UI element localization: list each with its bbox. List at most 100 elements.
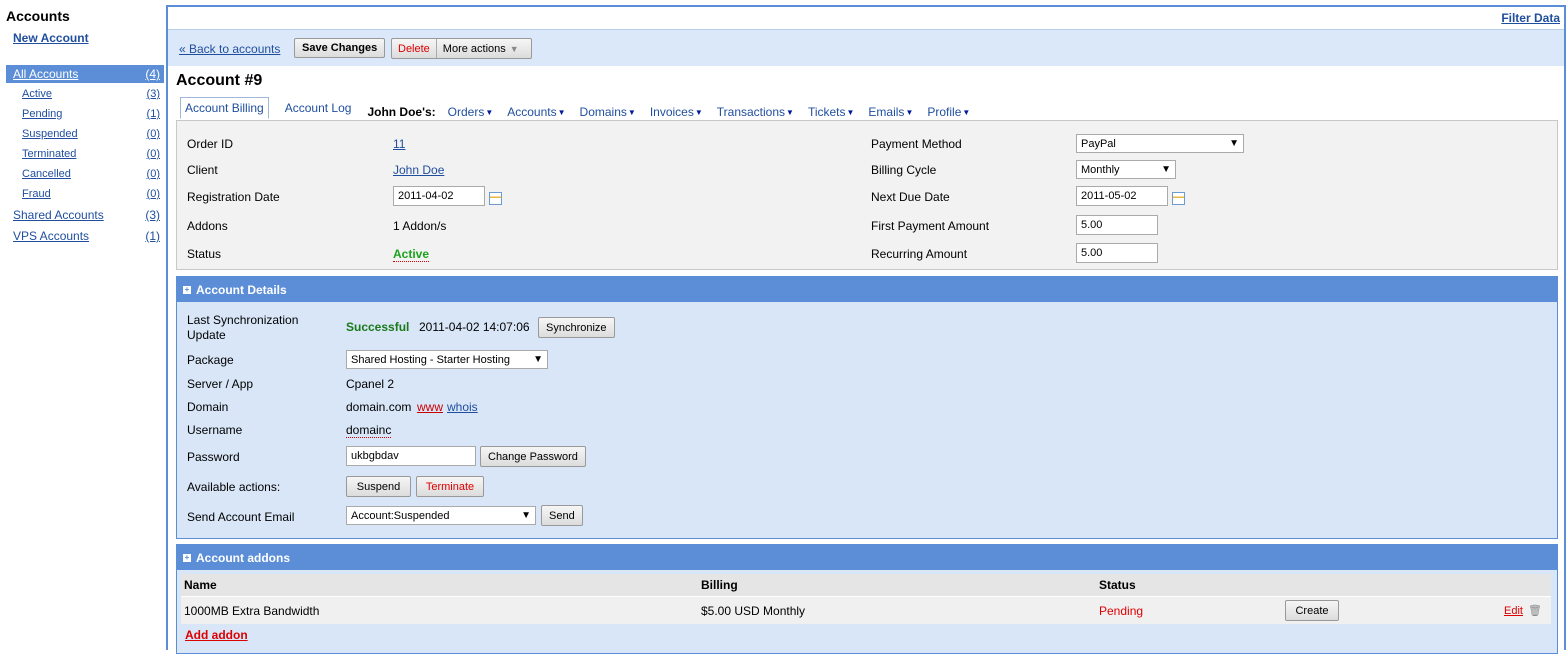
create-addon-button[interactable]: Create bbox=[1285, 600, 1339, 621]
order-id-link[interactable]: 11 bbox=[393, 137, 405, 151]
registration-date-input[interactable]: 2011-04-02 bbox=[393, 186, 485, 206]
client-link[interactable]: John Doe bbox=[393, 163, 444, 177]
sidebar-item-all-accounts[interactable]: All Accounts (4) bbox=[6, 65, 164, 83]
menu-domains[interactable]: Domains ▼ bbox=[580, 105, 636, 119]
account-details-header[interactable]: + Account Details bbox=[177, 277, 1557, 302]
sidebar-item-count[interactable]: (3) bbox=[147, 88, 160, 100]
password-value: ukbgbdav bbox=[351, 450, 399, 462]
account-addons-panel: + Account addons Name Billing Status 1000… bbox=[176, 544, 1558, 654]
calendar-icon[interactable] bbox=[489, 192, 502, 205]
sidebar-item-shared-accounts[interactable]: Shared Accounts (3) bbox=[6, 206, 164, 224]
filter-data-link[interactable]: Filter Data bbox=[1501, 11, 1560, 25]
send-email-button[interactable]: Send bbox=[541, 505, 583, 526]
delete-button[interactable]: Delete bbox=[392, 39, 437, 58]
package-select[interactable]: Shared Hosting - Starter Hosting ▼ bbox=[346, 350, 548, 369]
column-header-name: Name bbox=[184, 578, 217, 592]
sidebar-item-count[interactable]: (1) bbox=[145, 229, 160, 243]
sidebar-item-label[interactable]: VPS Accounts bbox=[13, 229, 89, 243]
first-payment-value: 5.00 bbox=[1081, 219, 1103, 231]
www-link[interactable]: www bbox=[417, 400, 443, 414]
next-due-date-input[interactable]: 2011-05-02 bbox=[1076, 186, 1168, 206]
dropdown-arrow-icon: ▼ bbox=[557, 107, 566, 117]
sidebar-item-count[interactable]: (0) bbox=[147, 188, 160, 200]
sidebar-item-cancelled[interactable]: Cancelled (0) bbox=[6, 165, 164, 183]
payment-method-select[interactable]: PayPal ▼ bbox=[1076, 134, 1244, 153]
calendar-icon[interactable] bbox=[1172, 192, 1185, 205]
recurring-amount-label: Recurring Amount bbox=[871, 247, 968, 261]
menu-label: Transactions bbox=[716, 105, 786, 119]
sidebar-item-label[interactable]: Fraud bbox=[22, 188, 51, 200]
sidebar-item-label[interactable]: Suspended bbox=[22, 128, 78, 140]
dropdown-arrow-icon: ▼ bbox=[846, 107, 855, 117]
menu-transactions[interactable]: Transactions ▼ bbox=[717, 105, 794, 119]
sidebar-title: Accounts bbox=[6, 8, 70, 24]
password-input[interactable]: ukbgbdav bbox=[346, 446, 476, 466]
billing-cycle-select[interactable]: Monthly ▼ bbox=[1076, 160, 1176, 179]
new-account-link[interactable]: New Account bbox=[13, 31, 89, 45]
payment-method-label: Payment Method bbox=[871, 137, 962, 151]
sidebar-item-count[interactable]: (3) bbox=[145, 208, 160, 222]
change-password-button[interactable]: Change Password bbox=[480, 446, 586, 467]
menu-label: Orders bbox=[447, 105, 485, 119]
chevron-down-icon: ▼ bbox=[509, 43, 519, 54]
tab-account-billing[interactable]: Account Billing bbox=[180, 97, 269, 119]
sidebar-item-active[interactable]: Active (3) bbox=[6, 85, 164, 103]
sidebar-item-label[interactable]: Cancelled bbox=[22, 168, 71, 180]
tab-account-log[interactable]: Account Log bbox=[281, 97, 356, 119]
dropdown-arrow-icon: ▼ bbox=[627, 107, 636, 117]
registration-date-label: Registration Date bbox=[187, 190, 280, 204]
more-actions-button[interactable]: More actions ▼ bbox=[437, 39, 531, 58]
first-payment-label: First Payment Amount bbox=[871, 219, 990, 233]
whois-link[interactable]: whois bbox=[447, 400, 478, 414]
dropdown-arrow-icon: ▼ bbox=[485, 107, 494, 117]
sidebar-item-terminated[interactable]: Terminated (0) bbox=[6, 145, 164, 163]
sidebar-item-label[interactable]: Terminated bbox=[22, 148, 76, 160]
username-value[interactable]: domainc bbox=[346, 423, 392, 438]
recurring-amount-input[interactable]: 5.00 bbox=[1076, 243, 1158, 263]
menu-emails[interactable]: Emails ▼ bbox=[868, 105, 913, 119]
save-changes-button[interactable]: Save Changes bbox=[294, 38, 386, 58]
sidebar-item-count[interactable]: (0) bbox=[147, 168, 160, 180]
sidebar-item-fraud[interactable]: Fraud (0) bbox=[6, 185, 164, 203]
actions-button-group: Delete More actions ▼ bbox=[391, 38, 532, 59]
first-payment-input[interactable]: 5.00 bbox=[1076, 215, 1158, 235]
menu-label: Invoices bbox=[649, 105, 694, 119]
status-value[interactable]: Active bbox=[393, 247, 430, 262]
billing-cycle-value: Monthly bbox=[1081, 163, 1120, 176]
sidebar-item-label[interactable]: Pending bbox=[22, 108, 62, 120]
menu-profile[interactable]: Profile ▼ bbox=[927, 105, 970, 119]
sidebar-item-count[interactable]: (0) bbox=[147, 148, 160, 160]
sync-time: 2011-04-02 14:07:06 bbox=[419, 320, 530, 334]
sidebar-item-count[interactable]: (1) bbox=[147, 108, 160, 120]
menu-label: Domains bbox=[579, 105, 627, 119]
email-template-select[interactable]: Account:Suspended ▼ bbox=[346, 506, 536, 525]
menu-tickets[interactable]: Tickets ▼ bbox=[808, 105, 854, 119]
synchronize-button[interactable]: Synchronize bbox=[538, 317, 615, 338]
edit-addon-link[interactable]: Edit bbox=[1504, 605, 1523, 617]
menu-invoices[interactable]: Invoices ▼ bbox=[650, 105, 703, 119]
server-value: Cpanel 2 bbox=[346, 377, 395, 391]
sidebar-item-label[interactable]: All Accounts bbox=[13, 67, 78, 81]
sidebar-item-suspended[interactable]: Suspended (0) bbox=[6, 125, 164, 143]
sidebar-item-vps-accounts[interactable]: VPS Accounts (1) bbox=[6, 227, 164, 245]
chevron-down-icon: ▼ bbox=[1229, 138, 1239, 149]
trash-icon[interactable]: 🗑 bbox=[1528, 604, 1542, 617]
suspend-button[interactable]: Suspend bbox=[346, 476, 411, 497]
menu-accounts[interactable]: Accounts ▼ bbox=[507, 105, 565, 119]
dropdown-arrow-icon: ▼ bbox=[905, 107, 914, 117]
sidebar-item-count[interactable]: (4) bbox=[145, 67, 160, 81]
panel-title: Account Details bbox=[196, 282, 287, 297]
order-id-label: Order ID bbox=[187, 137, 234, 151]
more-actions-label: More actions bbox=[442, 42, 506, 55]
expand-icon: + bbox=[183, 284, 191, 294]
menu-orders[interactable]: Orders ▼ bbox=[448, 105, 494, 119]
back-to-accounts-link[interactable]: « Back to accounts bbox=[179, 42, 280, 56]
last-sync-label: Last Synchronization Update bbox=[187, 313, 299, 342]
terminate-button[interactable]: Terminate bbox=[416, 476, 484, 497]
sidebar-item-label[interactable]: Shared Accounts bbox=[13, 208, 104, 222]
add-addon-link[interactable]: Add addon bbox=[185, 628, 1551, 642]
account-addons-header[interactable]: + Account addons bbox=[177, 545, 1557, 570]
sidebar-item-label[interactable]: Active bbox=[22, 88, 52, 100]
sidebar-item-pending[interactable]: Pending (1) bbox=[6, 105, 164, 123]
sidebar-item-count[interactable]: (0) bbox=[147, 128, 160, 140]
